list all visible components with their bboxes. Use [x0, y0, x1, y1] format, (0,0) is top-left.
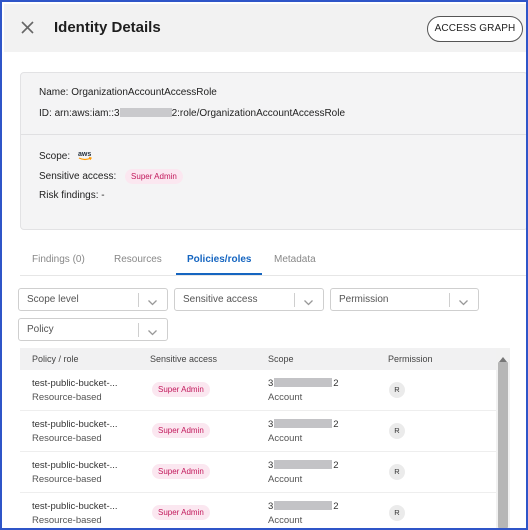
id-suffix: 2:role/OrganizationAccountAccessRole: [171, 108, 346, 119]
sensitive-access-label: Sensitive access:: [39, 171, 117, 182]
status-badge: Super Admin: [152, 464, 210, 479]
permission-filter[interactable]: Permission: [330, 288, 479, 311]
status-badge: Super Admin: [152, 423, 210, 438]
access-graph-button[interactable]: ACCESS GRAPH: [427, 16, 523, 42]
policy-name[interactable]: test-public-bucket-...: [32, 460, 118, 471]
scrollbar-thumb[interactable]: [498, 362, 508, 528]
aws-logo-icon: aws: [77, 149, 93, 164]
scope-prefix: 3: [268, 419, 274, 430]
risk-findings-line: Risk findings: -: [39, 190, 105, 201]
chevron-down-icon[interactable]: [303, 295, 314, 306]
id-label: ID:: [39, 108, 52, 119]
column-header-permission[interactable]: Permission: [388, 354, 433, 364]
table-row[interactable]: test-public-bucket-... Resource-based Su…: [20, 493, 510, 528]
panel-header: Identity Details ACCESS GRAPH: [4, 4, 526, 52]
policies-table: Policy / role Sensitive access Scope Per…: [20, 348, 510, 528]
policy-filter-label: Policy: [27, 324, 54, 335]
scope-id: 32: [268, 501, 339, 512]
filter-separator: [138, 323, 139, 337]
tab-bar: Findings (0) Resources Policies/roles Me…: [20, 250, 526, 276]
table-row[interactable]: test-public-bucket-... Resource-based Su…: [20, 452, 510, 493]
scope-prefix: 3: [268, 501, 274, 512]
page-title: Identity Details: [54, 19, 161, 36]
table-row[interactable]: test-public-bucket-... Resource-based Su…: [20, 411, 510, 452]
table-row[interactable]: test-public-bucket-... Resource-based Su…: [20, 370, 510, 411]
filter-separator: [449, 293, 450, 307]
scope-suffix: 2: [333, 419, 339, 430]
active-tab-indicator: [176, 273, 262, 275]
permission-badge: R: [389, 505, 405, 521]
filter-separator: [138, 293, 139, 307]
chevron-down-icon[interactable]: [147, 325, 158, 336]
policy-filter[interactable]: Policy: [18, 318, 168, 341]
close-icon[interactable]: [18, 18, 38, 38]
status-badge: Super Admin: [152, 382, 210, 397]
identity-id-line: ID: arn:aws:iam::3 2:role/OrganizationAcc…: [39, 108, 345, 119]
scope-id: 32: [268, 460, 339, 471]
tab-resources[interactable]: Resources: [114, 254, 162, 265]
scope-id: 32: [268, 378, 339, 389]
column-header-sensitive-access[interactable]: Sensitive access: [150, 354, 217, 364]
scope-line: Scope: aws: [39, 149, 93, 164]
tab-metadata[interactable]: Metadata: [274, 254, 316, 265]
sensitive-access-line: Sensitive access: Super Admin: [39, 169, 183, 184]
redacted-account-id: [274, 501, 333, 510]
risk-findings-label: Risk findings:: [39, 190, 99, 201]
status-badge: Super Admin: [152, 505, 210, 520]
scope-type: Account: [268, 474, 303, 485]
scope-prefix: 3: [268, 378, 274, 389]
scroll-up-arrow-icon[interactable]: [498, 350, 508, 362]
scope-type: Account: [268, 392, 303, 403]
name-value: OrganizationAccountAccessRole: [71, 87, 217, 98]
policy-name[interactable]: test-public-bucket-...: [32, 378, 118, 389]
redacted-account-id: [274, 378, 333, 387]
redacted-account-id: [274, 460, 333, 469]
sensitive-access-filter[interactable]: Sensitive access: [174, 288, 324, 311]
policy-type: Resource-based: [32, 474, 102, 485]
policy-name[interactable]: test-public-bucket-...: [32, 501, 118, 512]
column-header-scope[interactable]: Scope: [268, 354, 294, 364]
filter-separator: [294, 293, 295, 307]
permission-badge: R: [389, 382, 405, 398]
table-scrollbar[interactable]: [496, 348, 510, 528]
chevron-down-icon[interactable]: [147, 295, 158, 306]
column-header-policy-role[interactable]: Policy / role: [32, 354, 79, 364]
redacted-account-id: [119, 108, 172, 117]
redacted-account-id: [274, 419, 333, 428]
status-badge: Super Admin: [125, 169, 183, 184]
identity-info-card: Name: OrganizationAccountAccessRole ID: …: [20, 72, 526, 230]
permission-badge: R: [389, 464, 405, 480]
chevron-down-icon[interactable]: [458, 295, 469, 306]
scope-type: Account: [268, 433, 303, 444]
policy-type: Resource-based: [32, 433, 102, 444]
policy-type: Resource-based: [32, 515, 102, 526]
identity-details-panel: Identity Details ACCESS GRAPH Name: Orga…: [0, 0, 528, 530]
scope-level-filter-label: Scope level: [27, 294, 79, 305]
tab-policies-roles[interactable]: Policies/roles: [187, 254, 251, 265]
table-header: Policy / role Sensitive access Scope Per…: [20, 348, 510, 370]
tab-findings[interactable]: Findings (0): [32, 254, 85, 265]
scope-suffix: 2: [333, 460, 339, 471]
risk-findings-value: -: [101, 190, 105, 201]
permission-filter-label: Permission: [339, 294, 389, 305]
scope-prefix: 3: [268, 460, 274, 471]
sensitive-access-filter-label: Sensitive access: [183, 294, 258, 305]
scope-type: Account: [268, 515, 303, 526]
scope-suffix: 2: [333, 501, 339, 512]
name-label: Name:: [39, 87, 69, 98]
permission-badge: R: [389, 423, 405, 439]
policy-type: Resource-based: [32, 392, 102, 403]
scope-suffix: 2: [333, 378, 339, 389]
identity-name-line: Name: OrganizationAccountAccessRole: [39, 87, 217, 98]
info-divider: [21, 134, 526, 135]
scope-id: 32: [268, 419, 339, 430]
policy-name[interactable]: test-public-bucket-...: [32, 419, 118, 430]
scope-level-filter[interactable]: Scope level: [18, 288, 168, 311]
scope-label: Scope:: [39, 151, 71, 163]
id-prefix: arn:aws:iam::3: [54, 108, 120, 119]
